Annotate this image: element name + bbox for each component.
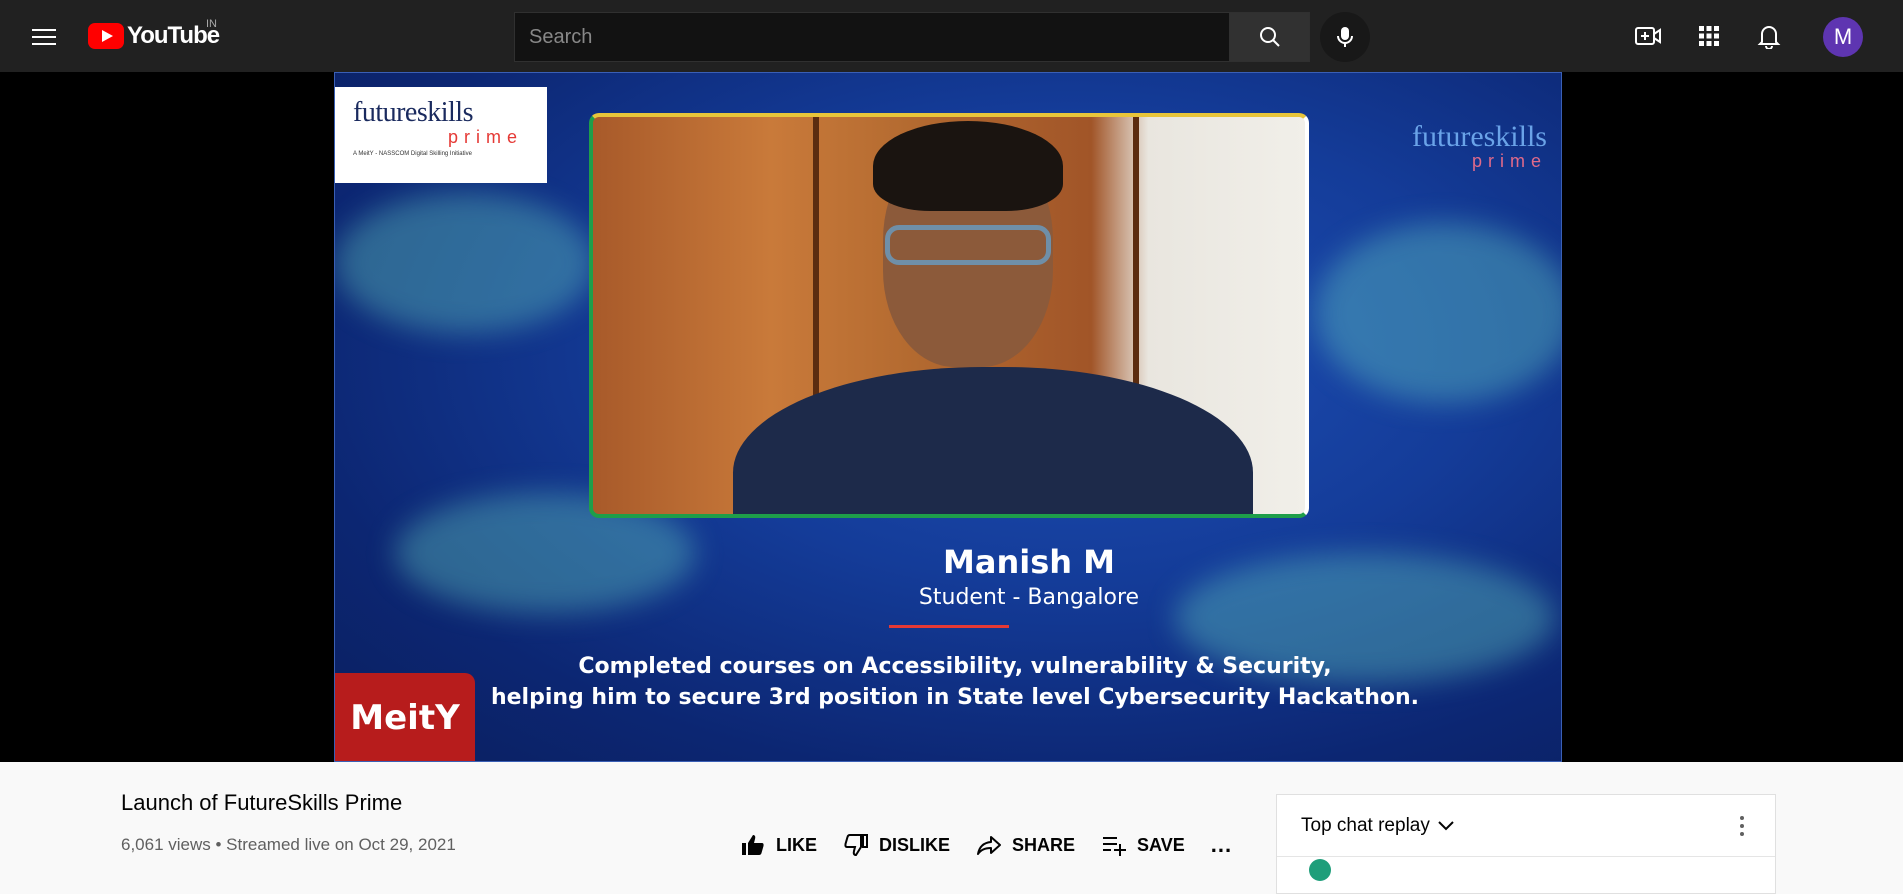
logo-word: futureskills — [353, 97, 474, 128]
video-caption: Completed courses on Accessibility, vuln… — [455, 651, 1455, 713]
like-button[interactable]: LIKE — [740, 833, 817, 857]
search-button[interactable] — [1230, 12, 1310, 62]
search-input[interactable] — [514, 12, 1230, 62]
save-playlist-icon — [1103, 837, 1127, 856]
kebab-menu-icon[interactable] — [1739, 815, 1745, 837]
thumbs-up-icon — [742, 835, 764, 855]
share-button[interactable]: SHARE — [976, 833, 1075, 857]
speaker-figure — [733, 367, 1253, 514]
chat-avatar — [1309, 859, 1331, 881]
apps-grid-icon — [1699, 26, 1719, 46]
bell-icon — [1757, 26, 1781, 49]
chat-mode-selector[interactable]: Top chat replay — [1301, 815, 1430, 837]
share-label: SHARE — [1012, 834, 1076, 855]
youtube-logo[interactable]: YouTube IN — [88, 18, 220, 50]
futureskills-logo: futureskills prime A MeitY - NASSCOM Dig… — [335, 87, 547, 183]
notifications-button[interactable] — [1753, 20, 1785, 52]
country-code: IN — [206, 18, 217, 30]
speaker-webcam — [589, 113, 1309, 518]
like-label: LIKE — [776, 834, 818, 855]
chat-panel: Top chat replay — [1276, 794, 1776, 894]
chat-header: Top chat replay — [1277, 795, 1775, 857]
video-frame[interactable]: futureskills prime A MeitY - NASSCOM Dig… — [334, 72, 1562, 762]
video-meta: 6,061 views • Streamed live on Oct 29, 2… — [121, 835, 456, 854]
speaker-role: Student - Bangalore — [918, 585, 1140, 610]
more-actions-button[interactable]: ... — [1211, 832, 1232, 858]
video-player[interactable]: futureskills prime A MeitY - NASSCOM Dig… — [0, 72, 1903, 762]
create-button[interactable] — [1632, 20, 1664, 52]
logo-tagline: A MeitY - NASSCOM Digital Skilling Initi… — [353, 151, 472, 157]
speaker-name: Manish M — [943, 543, 1115, 581]
voice-search-button[interactable] — [1320, 12, 1370, 62]
search-box — [514, 12, 1310, 62]
role-underline — [889, 625, 1009, 628]
share-icon — [977, 836, 1002, 855]
futureskills-watermark: futureskills prime — [1412, 120, 1547, 172]
chevron-down-icon[interactable] — [1438, 820, 1454, 831]
apps-button[interactable] — [1693, 20, 1725, 52]
caption-line-1: Completed courses on Accessibility, vuln… — [578, 654, 1332, 679]
thumbs-down-icon — [844, 834, 869, 857]
save-button[interactable]: SAVE — [1101, 833, 1185, 857]
dislike-button[interactable]: DISLIKE — [843, 833, 950, 857]
video-title: Launch of FutureSkills Prime — [121, 790, 403, 815]
create-video-icon — [1635, 27, 1661, 45]
caption-line-2: helping him to secure 3rd position in St… — [490, 685, 1420, 710]
search-icon — [1259, 27, 1280, 47]
avatar[interactable]: M — [1823, 17, 1863, 57]
logo-prime: prime — [447, 127, 523, 147]
menu-icon[interactable] — [28, 24, 60, 48]
meity-badge: MeitY — [335, 673, 475, 761]
save-label: SAVE — [1137, 834, 1185, 855]
youtube-logo-icon — [88, 23, 124, 49]
action-bar: LIKE DISLIKE SHARE SAVE ... — [740, 832, 1232, 858]
mic-icon — [1337, 27, 1353, 47]
masthead: YouTube IN M — [0, 0, 1903, 72]
dislike-label: DISLIKE — [879, 834, 951, 855]
